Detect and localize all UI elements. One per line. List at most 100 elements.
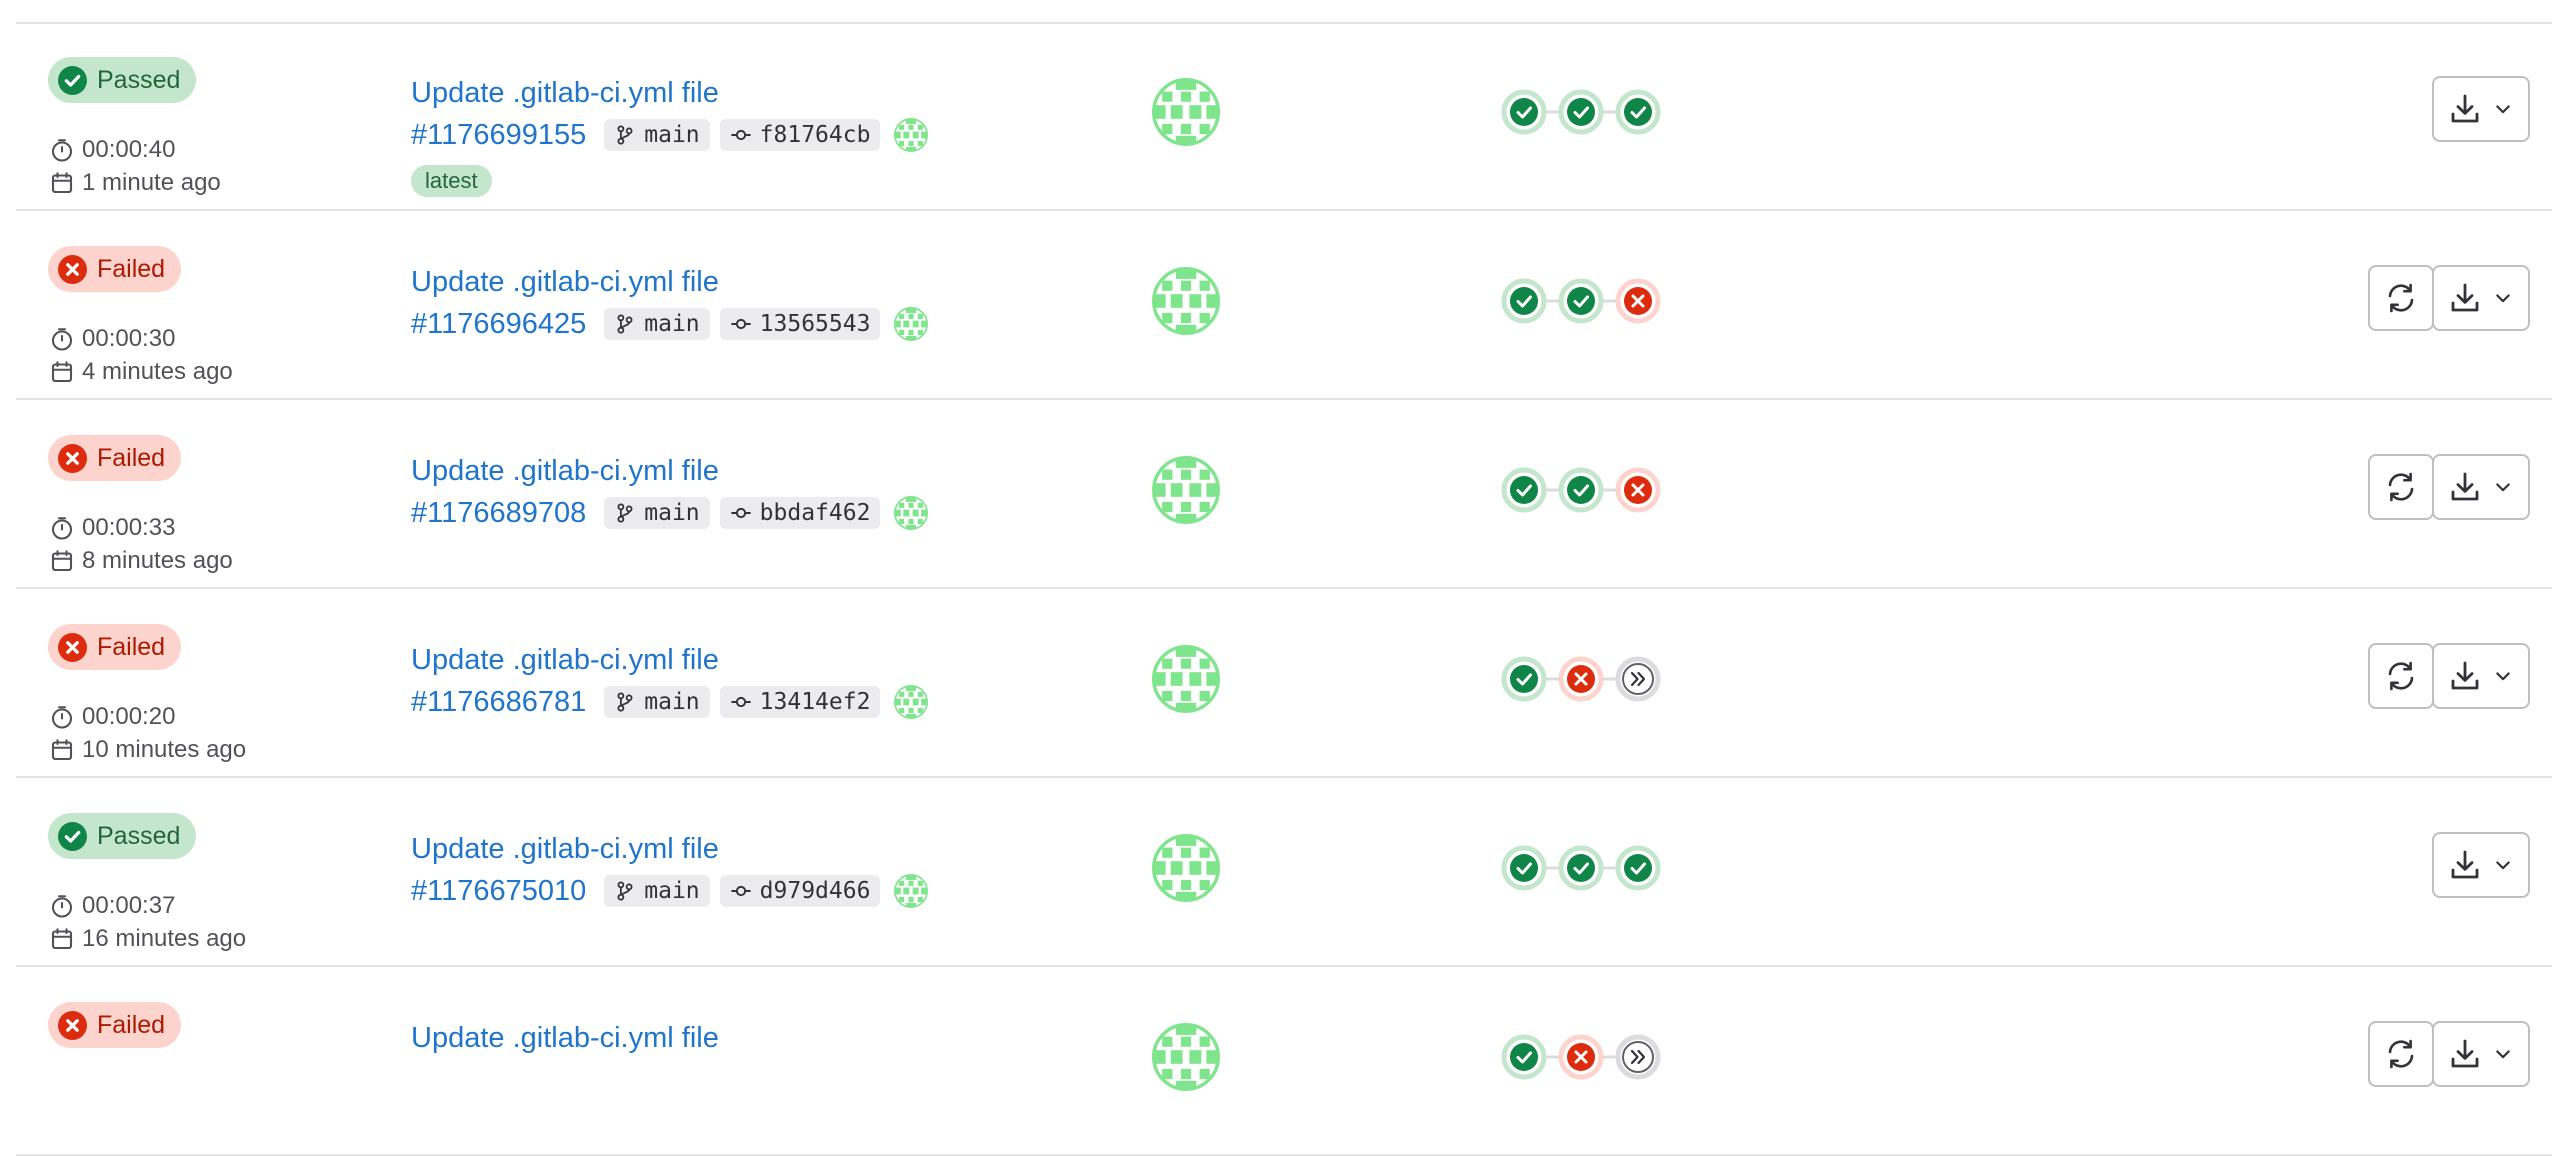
stage-success-icon[interactable] — [1558, 89, 1604, 135]
chevron-down-icon — [2496, 294, 2510, 303]
table-row: Failed Update .gitlab-ci.yml file — [16, 967, 2552, 1156]
branch-icon — [617, 125, 633, 145]
stage-success-icon[interactable] — [1501, 1034, 1547, 1080]
commit-sha[interactable]: bbdaf462 — [719, 497, 881, 529]
triggerer-avatar[interactable] — [1152, 456, 1220, 524]
stage-success-icon[interactable] — [1501, 278, 1547, 324]
pipeline-duration: 00:00:37 — [50, 892, 175, 920]
commit-sha[interactable]: d979d466 — [719, 875, 881, 907]
pipeline-finished: 8 minutes ago — [50, 547, 233, 575]
finished-text: 4 minutes ago — [82, 358, 233, 385]
pipeline-identity: #1176699155 main f81764cb — [411, 118, 929, 152]
branch-icon — [617, 314, 633, 334]
duration-text: 00:00:20 — [82, 703, 176, 730]
retry-button[interactable] — [2368, 454, 2434, 520]
commit-title-link[interactable]: Update .gitlab-ci.yml file — [411, 833, 719, 866]
download-artifacts-button[interactable] — [2432, 265, 2530, 331]
finished-text: 16 minutes ago — [82, 925, 247, 952]
pipeline-actions — [2368, 1021, 2530, 1087]
retry-button[interactable] — [2368, 643, 2434, 709]
commit-sha[interactable]: 13565543 — [719, 308, 881, 340]
table-row: Failed 00:00:30 4 minutes ago Update .gitla… — [16, 211, 2552, 400]
stage-success-icon[interactable] — [1615, 845, 1661, 891]
status-badge[interactable]: Failed — [48, 624, 182, 670]
triggerer-avatar[interactable] — [1152, 645, 1220, 713]
triggerer-avatar[interactable] — [1152, 834, 1220, 902]
finished-text: 10 minutes ago — [82, 736, 247, 763]
pipeline-mini-graph — [1501, 278, 1661, 324]
stage-failed-icon[interactable] — [1558, 656, 1604, 702]
stage-failed-icon[interactable] — [1615, 467, 1661, 513]
stage-success-icon[interactable] — [1558, 467, 1604, 513]
branch-ref[interactable]: main — [604, 308, 710, 340]
x-circle-icon — [58, 1010, 87, 1040]
pipeline-finished: 16 minutes ago — [50, 925, 246, 953]
commit-sha-text: f81764cb — [759, 122, 871, 148]
pipeline-id-link[interactable]: #1176699155 — [411, 119, 586, 152]
stage-success-icon[interactable] — [1501, 845, 1547, 891]
branch-ref[interactable]: main — [604, 686, 710, 718]
download-artifacts-button[interactable] — [2432, 832, 2530, 898]
status-badge[interactable]: Passed — [48, 813, 197, 859]
finished-text: 8 minutes ago — [82, 547, 233, 574]
download-artifacts-button[interactable] — [2432, 76, 2530, 142]
commit-sha-text: bbdaf462 — [759, 500, 871, 526]
branch-ref[interactable]: main — [604, 119, 710, 151]
stage-success-icon[interactable] — [1501, 467, 1547, 513]
stage-failed-icon[interactable] — [1558, 1034, 1604, 1080]
download-icon — [2451, 850, 2479, 879]
chevron-down-icon — [2496, 861, 2510, 870]
commit-sha[interactable]: f81764cb — [719, 119, 881, 151]
retry-button[interactable] — [2368, 265, 2434, 331]
stage-success-icon[interactable] — [1501, 89, 1547, 135]
stage-failed-icon[interactable] — [1615, 278, 1661, 324]
pipeline-identity: #1176675010 main d979d466 — [411, 874, 929, 908]
finished-text: 1 minute ago — [82, 169, 221, 196]
status-badge[interactable]: Failed — [48, 1002, 182, 1048]
status-badge[interactable]: Failed — [48, 246, 182, 292]
commit-title-link[interactable]: Update .gitlab-ci.yml file — [411, 266, 719, 299]
status-label: Passed — [97, 821, 181, 850]
commit-sha[interactable]: 13414ef2 — [719, 686, 881, 718]
pipeline-id-link[interactable]: #1176696425 — [411, 308, 586, 341]
download-artifacts-button[interactable] — [2432, 454, 2530, 520]
download-icon — [2451, 283, 2479, 312]
pipeline-id-link[interactable]: #1176675010 — [411, 875, 586, 908]
pipeline-identity: #1176696425 main 13565543 — [411, 307, 929, 341]
download-icon — [2451, 472, 2479, 501]
timer-icon — [51, 139, 73, 162]
commit-title-link[interactable]: Update .gitlab-ci.yml file — [411, 1022, 719, 1055]
commit-sha-text: d979d466 — [759, 878, 871, 904]
download-artifacts-button[interactable] — [2432, 1021, 2530, 1087]
commit-author-avatar — [894, 307, 929, 341]
triggerer-avatar[interactable] — [1152, 267, 1220, 335]
triggerer-avatar[interactable] — [1152, 78, 1220, 146]
status-badge[interactable]: Failed — [48, 435, 182, 481]
stage-success-icon[interactable] — [1501, 656, 1547, 702]
commit-title-link[interactable]: Update .gitlab-ci.yml file — [411, 77, 719, 110]
branch-icon — [617, 881, 633, 901]
branch-ref[interactable]: main — [604, 497, 710, 529]
stage-success-icon[interactable] — [1558, 278, 1604, 324]
triggerer-avatar[interactable] — [1152, 1023, 1220, 1091]
retry-icon — [2388, 661, 2414, 691]
retry-icon — [2388, 283, 2414, 313]
timer-icon — [51, 328, 73, 351]
branch-ref[interactable]: main — [604, 875, 710, 907]
status-badge[interactable]: Passed — [48, 57, 197, 103]
pipeline-id-link[interactable]: #1176689708 — [411, 497, 586, 530]
pipeline-actions — [2432, 832, 2530, 898]
retry-button[interactable] — [2368, 1021, 2434, 1087]
stage-skipped-icon[interactable] — [1615, 1034, 1661, 1080]
stage-success-icon[interactable] — [1558, 845, 1604, 891]
commit-title-link[interactable]: Update .gitlab-ci.yml file — [411, 455, 719, 488]
table-row: Passed 00:00:37 16 minutes ago Update .gitl… — [16, 778, 2552, 967]
commit-title-link[interactable]: Update .gitlab-ci.yml file — [411, 644, 719, 677]
pipeline-mini-graph — [1501, 845, 1661, 891]
stage-success-icon[interactable] — [1615, 89, 1661, 135]
download-artifacts-button[interactable] — [2432, 643, 2530, 709]
stage-skipped-icon[interactable] — [1615, 656, 1661, 702]
latest-badge: latest — [411, 165, 492, 197]
x-circle-icon — [58, 443, 87, 473]
pipeline-id-link[interactable]: #1176686781 — [411, 686, 586, 719]
